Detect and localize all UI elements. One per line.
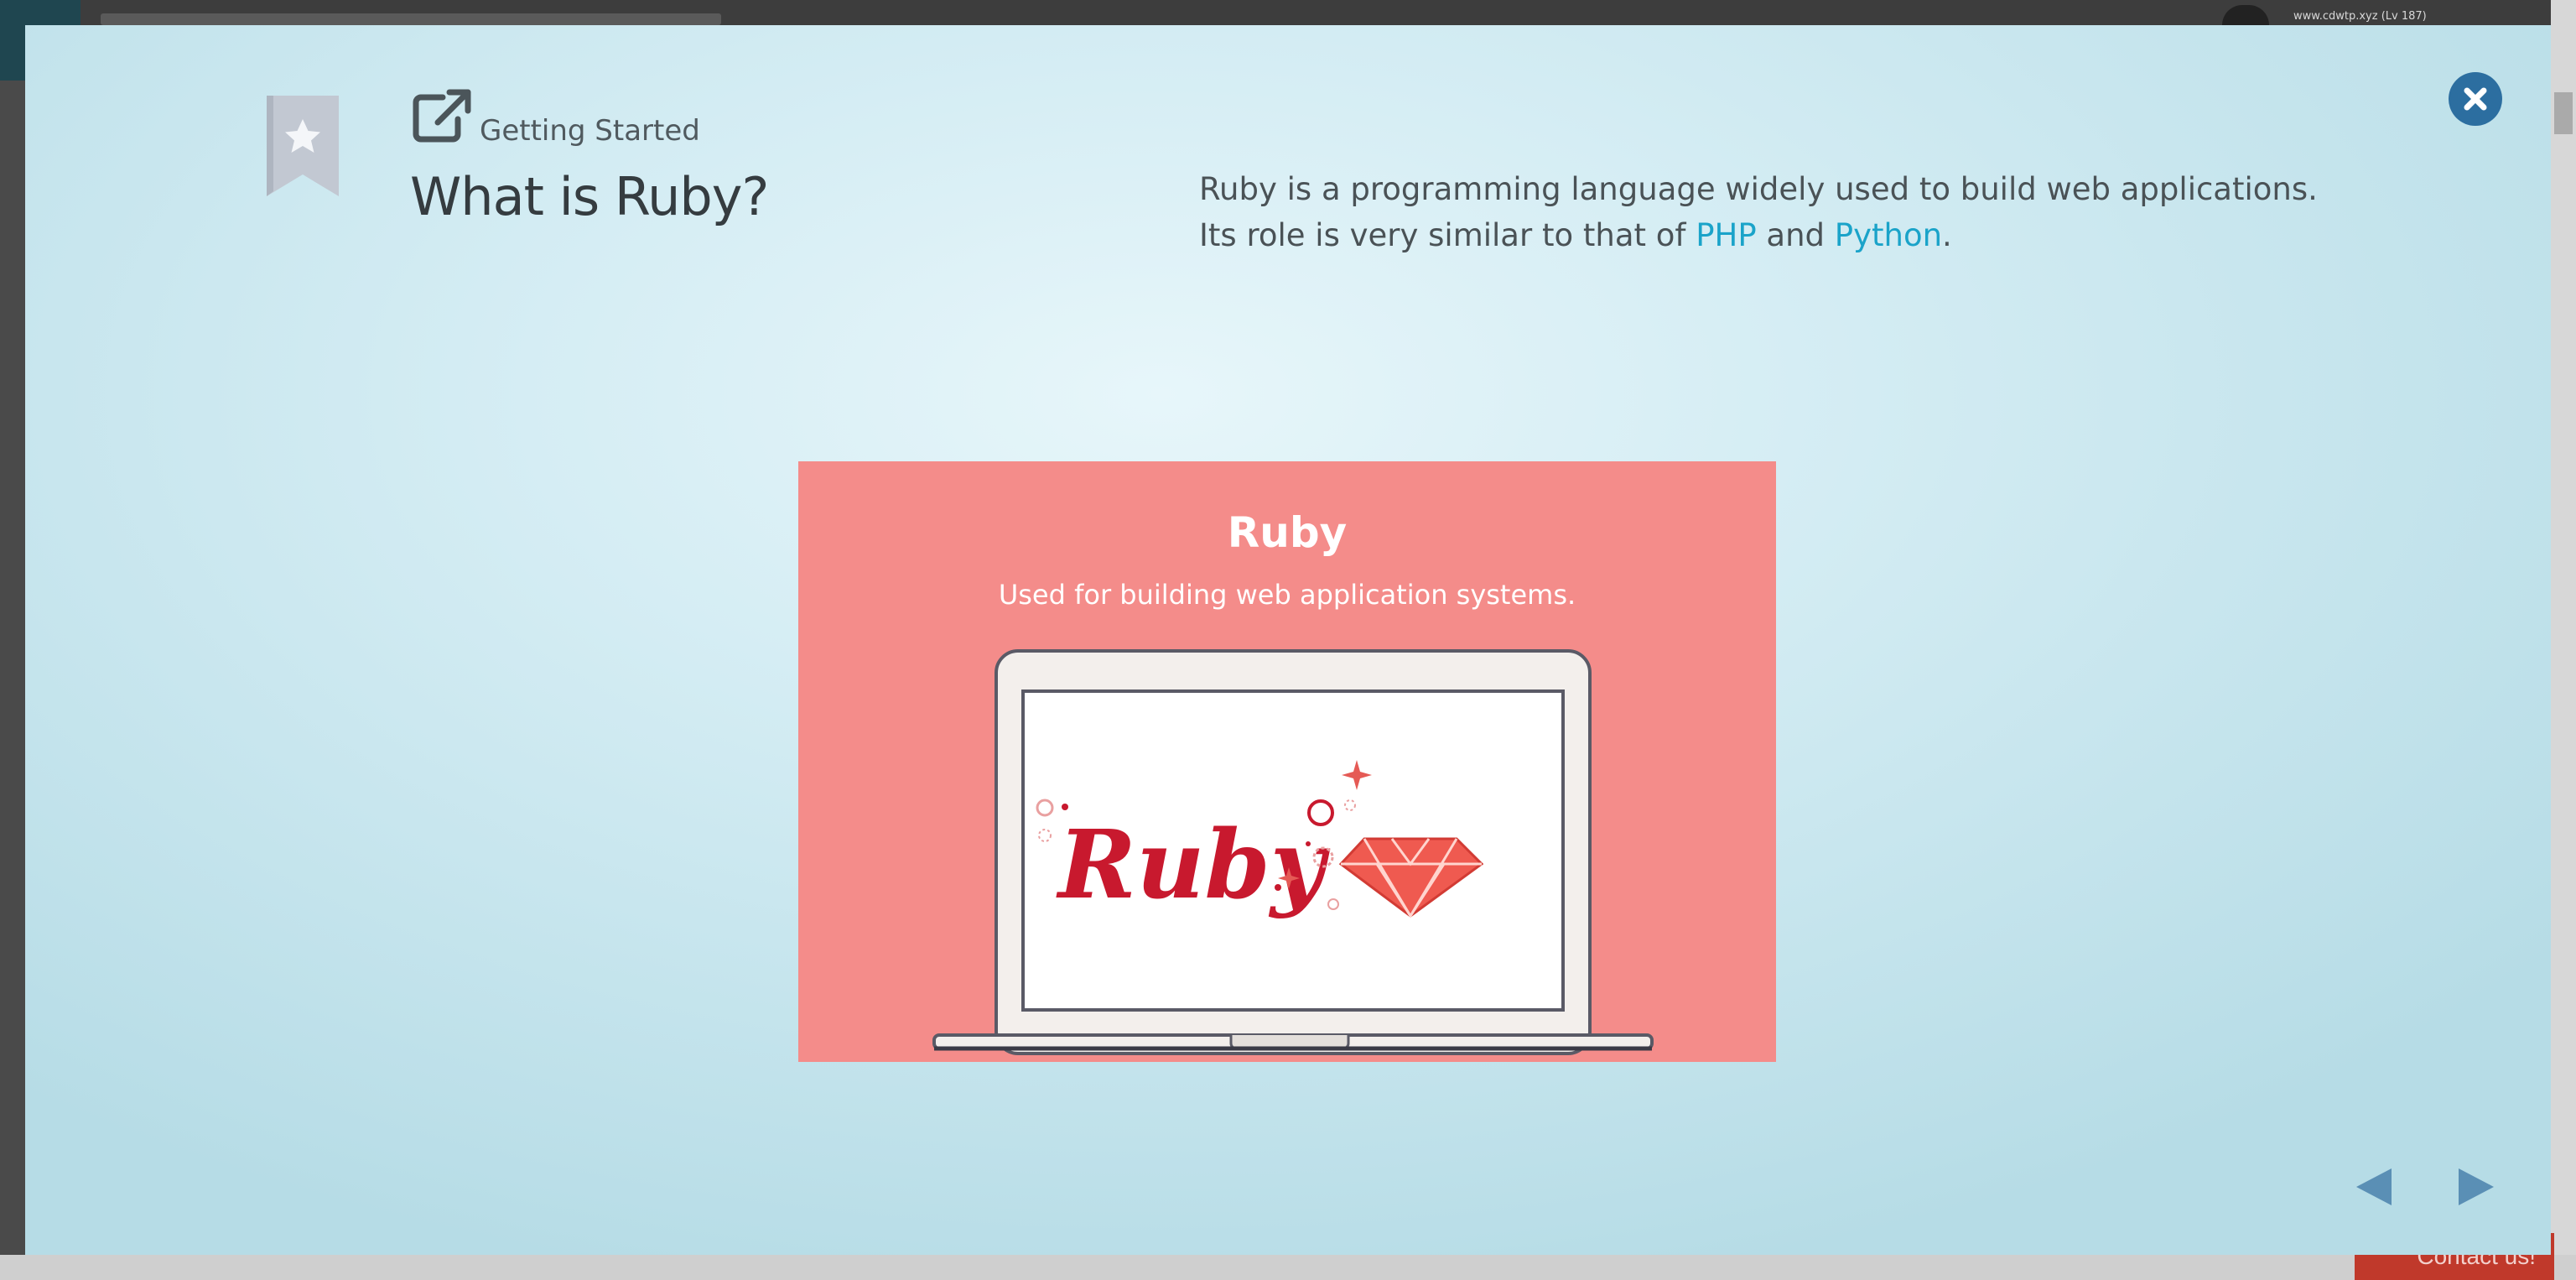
external-link-icon[interactable] [413,89,473,143]
illustration-subheading: Used for building web application system… [998,579,1576,611]
bookmark-star-icon[interactable] [267,96,339,196]
description-conjunction: and [1756,217,1835,253]
background-bottom-bar [0,1255,2576,1280]
breadcrumb: Getting Started [480,114,700,148]
background-search-bar [101,13,721,25]
lesson-description: Ruby is a programming language widely us… [1199,166,2318,258]
page-title: What is Ruby? [410,166,769,227]
description-line-1: Ruby is a programming language widely us… [1199,171,2318,207]
description-line-2-prefix: Its role is very similar to that of [1199,217,1696,253]
laptop-image: Ruby [932,649,1654,1055]
close-button[interactable] [2449,72,2502,126]
ruby-logo-text: Ruby [1056,810,1331,920]
description-suffix: . [1942,217,1952,253]
arrow-right-icon [2459,1168,2494,1205]
illustration-heading: Ruby [1227,508,1348,557]
background-url-text: www.cdwtp.xyz (Lv 187) [2293,10,2427,23]
prev-arrow-button[interactable] [2353,1166,2395,1208]
scrollbar-thumb[interactable] [2554,92,2573,134]
arrow-left-icon [2356,1168,2392,1205]
php-link[interactable]: PHP [1696,217,1756,253]
python-link[interactable]: Python [1835,217,1942,253]
close-icon [2464,87,2487,111]
scrollbar[interactable] [2551,0,2576,1255]
ruby-illustration: Ruby Used for building web application s… [798,461,1776,1062]
lesson-modal: Getting Started What is Ruby? Ruby is a … [25,25,2551,1255]
next-arrow-button[interactable] [2455,1166,2497,1208]
